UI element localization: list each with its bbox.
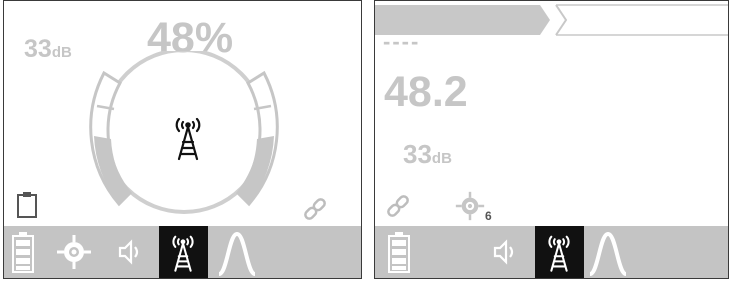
peak-curve-icon[interactable] [217,230,257,276]
gps-target-icon [455,191,485,221]
bottom-toolbar [375,226,728,278]
radio-tower-icon [175,117,201,161]
link-icon[interactable] [385,193,411,219]
active-mode-tile[interactable] [159,226,208,278]
speaker-icon[interactable] [492,239,518,265]
link-icon[interactable] [302,196,328,222]
battery-icon [388,232,410,273]
signal-screen: 33dB 48% [3,0,362,279]
noise-value: 33 [24,35,52,63]
radio-tower-icon [172,235,194,272]
speaker-icon[interactable] [117,239,143,265]
bottom-toolbar [4,226,361,278]
gps-satellite-count: 6 [485,209,492,223]
noise-readout: 33dB [403,141,452,172]
reading-value: 48.2 [384,68,468,116]
clipboard-icon[interactable] [16,191,38,219]
gps-target-icon[interactable] [56,234,92,270]
noise-value: 33 [403,139,432,169]
noise-unit: dB [431,150,452,167]
depth-screen: ---- 48.2 33dB 6 [374,0,729,279]
battery-icon [12,232,34,273]
radio-tower-icon [548,235,570,272]
peak-curve-icon[interactable] [588,230,628,276]
active-mode-tile[interactable] [535,226,584,278]
top-chevron-bar [375,4,728,36]
depth-placeholder: ---- [383,29,421,54]
